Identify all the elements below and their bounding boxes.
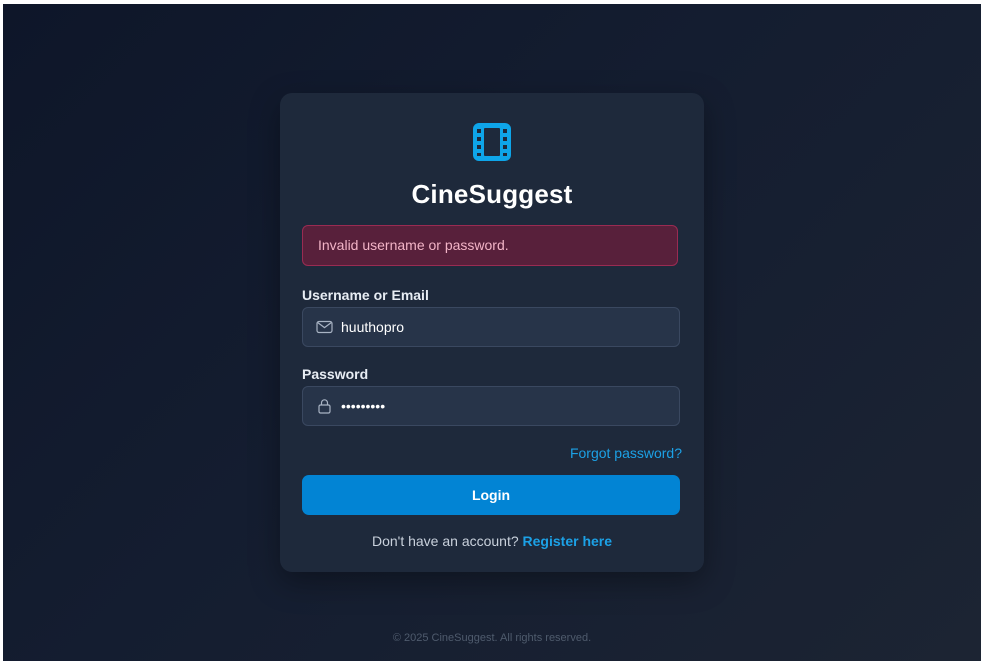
login-button[interactable]: Login [302,475,680,515]
mail-icon [316,320,333,334]
login-card: CineSuggest Invalid username or password… [280,93,704,572]
error-alert: Invalid username or password. [302,225,678,266]
film-icon [473,123,511,161]
page-background: CineSuggest Invalid username or password… [3,4,981,661]
error-message: Invalid username or password. [318,237,509,253]
username-label: Username or Email [302,287,429,303]
password-field-wrapper [302,386,680,426]
password-label: Password [302,366,369,382]
footer-copyright: © 2025 CineSuggest. All rights reserved. [392,632,592,644]
forgot-password-link[interactable]: Forgot password? [570,445,682,461]
username-field-wrapper [302,307,680,347]
register-link[interactable]: Register here [523,533,612,549]
lock-icon [318,399,331,414]
app-title: CineSuggest [411,179,573,209]
register-prompt: Don't have an account? [371,533,519,549]
register-row: Don't have an account? Register here [280,533,704,549]
username-input[interactable] [341,308,671,346]
password-input[interactable] [341,387,671,425]
